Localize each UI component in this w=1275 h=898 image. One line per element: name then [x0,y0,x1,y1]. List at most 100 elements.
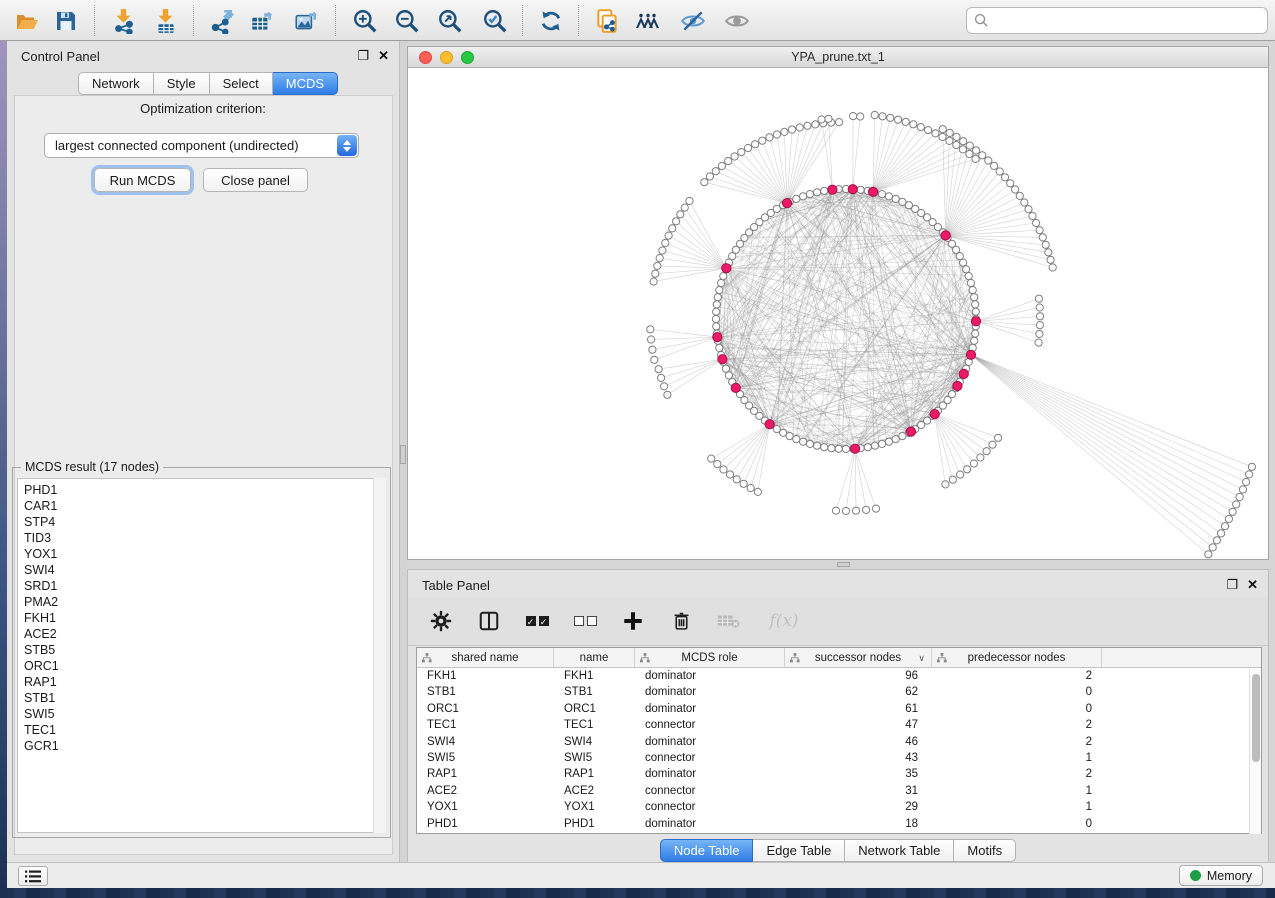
tab-edge-table[interactable]: Edge Table [753,839,845,862]
zoom-in-icon[interactable] [350,6,380,35]
network-from-selection-icon[interactable] [592,6,622,35]
mcds-result-item[interactable]: SWI5 [24,706,385,722]
cell: SWI4 [417,734,554,750]
mcds-result-item[interactable]: GCR1 [24,738,385,754]
close-window-icon[interactable] [419,51,432,64]
cell: FKH1 [417,668,554,684]
cell: 31 [785,783,932,799]
table-row[interactable]: FKH1FKH1dominator962 [417,668,1261,684]
mcds-result-item[interactable]: YOX1 [24,546,385,562]
column-header-predecessor-nodes[interactable]: predecessor nodes [932,648,1102,668]
network-canvas[interactable] [408,68,1268,559]
mcds-result-item[interactable]: STP4 [24,514,385,530]
hide-selection-icon[interactable] [678,6,708,35]
cell: RAP1 [417,766,554,782]
tab-network[interactable]: Network [78,72,154,95]
criterion-dropdown-value: largest connected component (undirected) [55,138,299,153]
tab-network-table[interactable]: Network Table [845,839,954,862]
close-panel-icon[interactable]: ✕ [378,48,389,64]
delete-column-icon[interactable] [668,608,694,634]
export-table-icon[interactable] [247,6,277,35]
run-mcds-button[interactable]: Run MCDS [94,168,191,192]
export-network-icon[interactable] [207,6,237,35]
mcds-result-item[interactable]: TEC1 [24,722,385,738]
table-row[interactable]: YOX1YOX1connector291 [417,799,1261,815]
mcds-list-scrollbar[interactable] [373,478,386,833]
cell: dominator [635,816,785,832]
column-header-name[interactable]: name [554,648,635,668]
float-panel-icon[interactable]: ❐ [357,48,369,64]
equation-fx-icon[interactable]: f(x) [764,608,804,634]
table-row[interactable]: PHD1PHD1dominator180 [417,816,1261,832]
horizontal-split-handle[interactable] [837,562,850,567]
import-table-icon[interactable] [151,6,181,35]
tab-node-table[interactable]: Node Table [660,839,754,862]
mcds-result-item[interactable]: TID3 [24,530,385,546]
apply-layout-icon[interactable] [536,6,566,35]
column-header-successor-nodes[interactable]: successor nodes∨ [785,648,932,668]
save-session-icon[interactable] [51,6,81,35]
toggle-panel-columns-icon[interactable] [476,608,502,634]
minimize-window-icon[interactable] [440,51,453,64]
mcds-result-item[interactable]: STB1 [24,690,385,706]
cell: 96 [785,668,932,684]
add-column-icon[interactable] [620,608,646,634]
mcds-result-item[interactable]: ORC1 [24,658,385,674]
dropdown-stepper-icon [337,135,357,156]
task-history-button[interactable] [18,866,48,886]
search-input[interactable] [994,13,1267,28]
mcds-result-item[interactable]: PMA2 [24,594,385,610]
tab-mcds[interactable]: MCDS [273,72,338,95]
mcds-result-item[interactable]: SRD1 [24,578,385,594]
criterion-dropdown[interactable]: largest connected component (undirected) [44,133,359,158]
tab-select[interactable]: Select [210,72,273,95]
float-table-panel-icon[interactable]: ❐ [1226,577,1238,593]
table-row[interactable]: ORC1ORC1dominator610 [417,701,1261,717]
maximize-window-icon[interactable] [461,51,474,64]
toolbar-separator [193,5,194,36]
cell: 43 [785,750,932,766]
column-header-shared-name[interactable]: shared name [417,648,554,668]
close-panel-button[interactable]: Close panel [203,168,308,192]
mcds-result-item[interactable]: PHD1 [24,482,385,498]
settings-gear-icon[interactable] [428,608,454,634]
mcds-result-item[interactable]: FKH1 [24,610,385,626]
zoom-fit-icon[interactable] [435,6,465,35]
tab-motifs[interactable]: Motifs [954,839,1016,862]
column-header-mcds-role[interactable]: MCDS role [635,648,785,668]
table-scrollbar-thumb[interactable] [1252,674,1260,762]
open-session-icon[interactable] [12,6,42,35]
table-row[interactable]: ACE2ACE2connector311 [417,783,1261,799]
table-row[interactable]: RAP1RAP1dominator352 [417,766,1261,782]
first-neighbors-icon[interactable] [634,6,664,35]
show-all-icon[interactable] [722,6,752,35]
table-row[interactable]: SWI4SWI4dominator462 [417,734,1261,750]
memory-button[interactable]: Memory [1179,865,1263,886]
column-header-filler [1102,648,1261,668]
cell: 2 [932,717,1102,733]
zoom-out-icon[interactable] [392,6,422,35]
cell: RAP1 [554,766,635,782]
table-scrollbar[interactable] [1249,669,1261,834]
table-row[interactable]: SWI5SWI5connector431 [417,750,1261,766]
split-divider[interactable] [400,41,407,862]
table-row[interactable]: STB1STB1dominator620 [417,684,1261,700]
import-network-icon[interactable] [109,6,139,35]
export-image-icon[interactable] [291,6,321,35]
mcds-result-item[interactable]: CAR1 [24,498,385,514]
mcds-result-item[interactable]: SWI4 [24,562,385,578]
mcds-result-item[interactable]: STB5 [24,642,385,658]
cell: dominator [635,668,785,684]
cell: 1 [932,799,1102,815]
delete-table-icon[interactable] [716,608,742,634]
tab-style[interactable]: Style [154,72,210,95]
close-table-panel-icon[interactable]: ✕ [1247,577,1258,593]
zoom-selected-icon[interactable] [480,6,510,35]
select-all-icon[interactable]: ✓✓ [524,608,550,634]
mcds-result-item[interactable]: ACE2 [24,626,385,642]
cell: 35 [785,766,932,782]
mcds-result-item[interactable]: RAP1 [24,674,385,690]
table-row[interactable]: TEC1TEC1connector472 [417,717,1261,733]
split-divider-handle[interactable] [400,445,406,464]
deselect-all-icon[interactable] [572,608,598,634]
